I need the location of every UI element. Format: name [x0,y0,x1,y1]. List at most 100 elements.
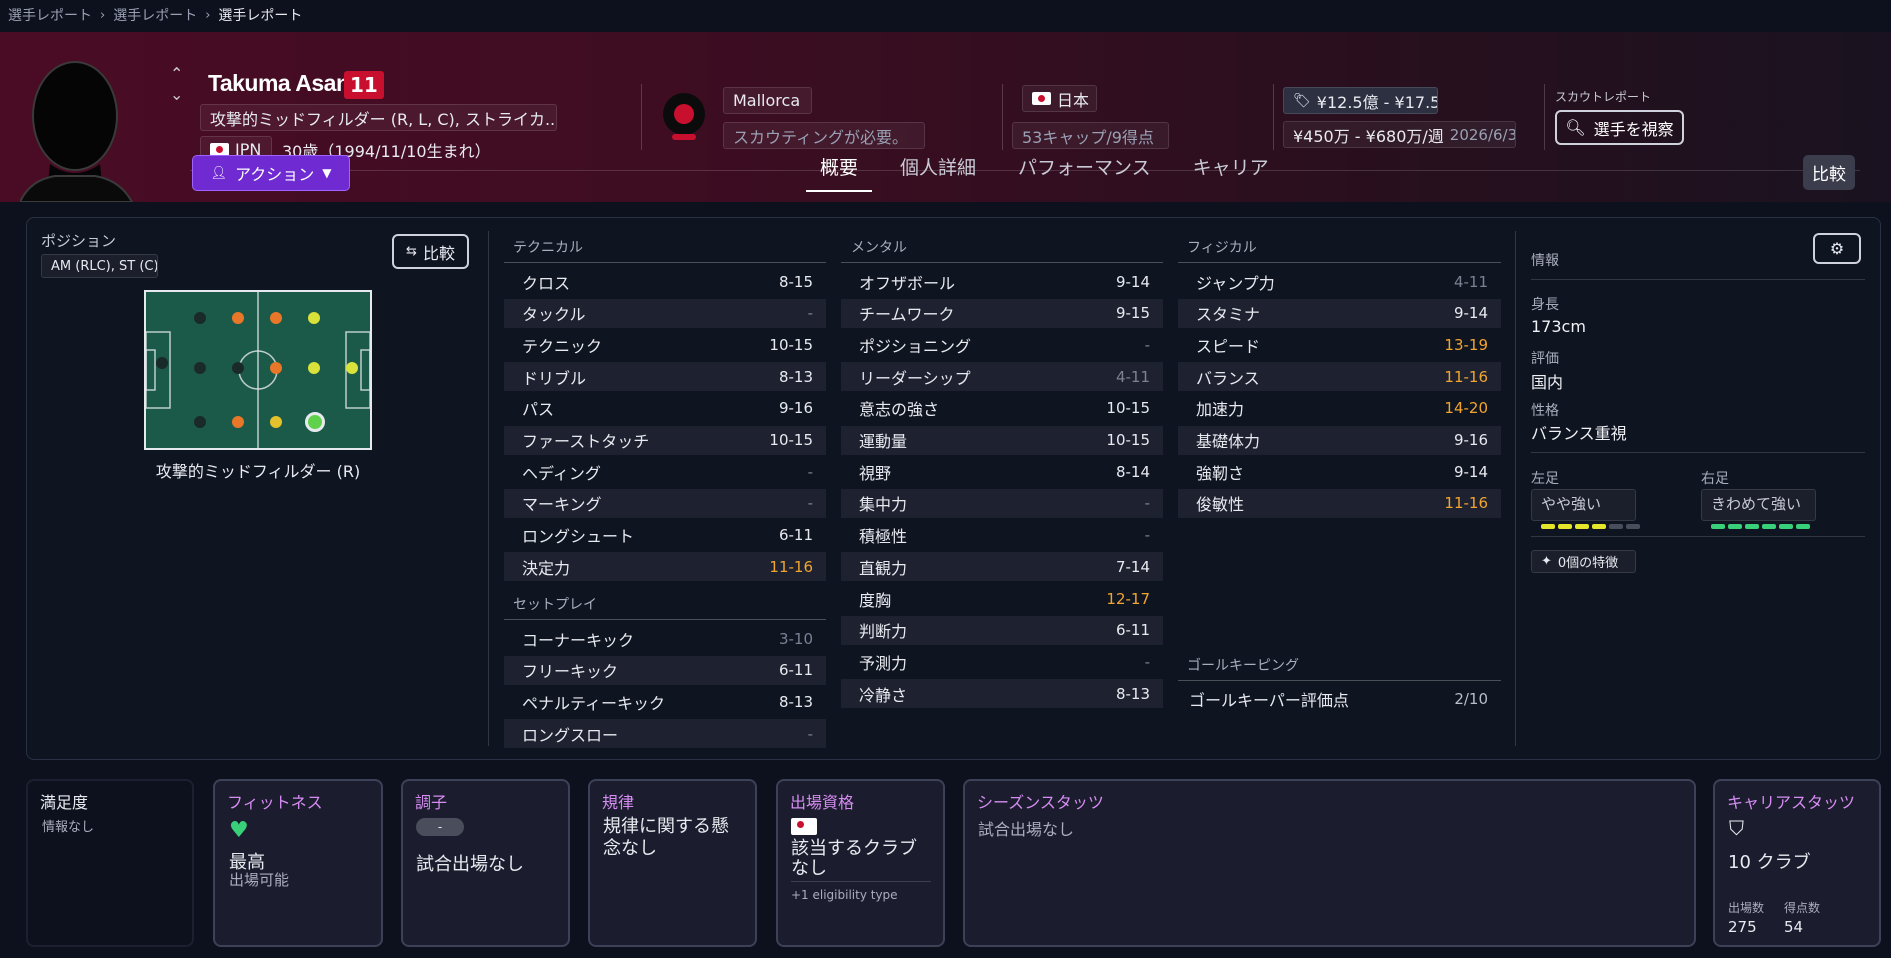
attribute-row[interactable]: 視野 8-14 [841,457,1163,486]
attribute-row[interactable]: 強靭さ 9-14 [1178,457,1501,486]
position-compare-button[interactable]: ⇆ 比較 [392,234,469,269]
attribute-row[interactable]: 冷静さ 8-13 [841,679,1163,709]
attribute-row[interactable]: ペナルティーキック 8-13 [504,687,826,716]
attribute-row[interactable]: リーダーシップ 4-11 [841,362,1163,392]
form-badge: - [416,818,464,836]
attribute-name: ロングシュート [522,527,635,547]
attribute-value: 6-11 [778,661,813,680]
nation-pill[interactable]: 日本 [1022,85,1097,112]
attribute-row[interactable]: ヘディング - [504,457,826,486]
attribute-name: 加速力 [1196,400,1245,420]
attribute-value: 8-13 [778,367,813,386]
positions-summary: AM (RLC), ST (C) [41,254,158,278]
discipline-card[interactable]: 規律 規律に関する懸念なし [588,779,757,947]
breadcrumb-item[interactable]: 選手レポート [8,5,92,25]
traits-pill[interactable]: ✦ 0個の特徴 [1531,550,1636,573]
attribute-row[interactable]: 基礎体力 9-16 [1178,425,1501,455]
attribute-row[interactable]: フリーキック 6-11 [504,655,826,685]
attribute-row[interactable]: バランス 11-16 [1178,362,1501,392]
attribute-row[interactable]: 加速力 14-20 [1178,394,1501,423]
fitness-card[interactable]: フィットネス ♥ 最高 出場可能 [213,779,383,947]
attribute-row[interactable]: ポジショニング - [841,330,1163,359]
attribute-row[interactable]: 俊敏性 11-16 [1178,488,1501,518]
divider [1515,231,1516,746]
attribute-row[interactable]: マーキング - [504,488,826,518]
attribute-row[interactable]: 予測力 - [841,647,1163,676]
attribute-row[interactable]: 決定力 11-16 [504,552,826,582]
tab-overview[interactable]: 概要 [806,153,873,192]
attribute-value: 9-14 [1115,272,1150,291]
attribute-row[interactable]: 判断力 6-11 [841,615,1163,645]
attribute-row[interactable]: 積極性 - [841,521,1163,550]
attribute-row[interactable]: チームワーク 9-15 [841,298,1163,328]
foot-strength-segment [1626,524,1640,529]
attribute-row[interactable]: オフザボール 9-14 [841,267,1163,296]
attribute-name: ファーストタッチ [522,432,650,451]
attribute-row[interactable]: スピード 13-19 [1178,330,1501,359]
position-pitch [144,290,372,450]
satisfaction-title: 満足度 [40,793,89,812]
divider [641,84,642,150]
attribute-name: バランス [1196,368,1260,388]
attribute-row[interactable]: テクニック 10-15 [504,330,826,359]
tab-performance[interactable]: パフォーマンス [1018,153,1165,192]
divider [1544,84,1545,150]
form-card[interactable]: 調子 - 試合出場なし [401,779,570,947]
attribute-row[interactable]: 集中力 - [841,488,1163,518]
attribute-row[interactable]: 度胸 12-17 [841,584,1163,613]
attribute-row[interactable]: ロングシュート 6-11 [504,521,826,550]
attribute-row[interactable]: 運動量 10-15 [841,425,1163,455]
tab-personal[interactable]: 個人詳細 [900,153,990,192]
career-stats-card[interactable]: キャリアスタッツ ⛉ 10 クラブ 出場数 275 得点数 54 [1713,779,1881,947]
attribute-row[interactable]: ジャンプ力 4-11 [1178,267,1501,296]
breadcrumb-item: 選手レポート [218,8,303,24]
compare-button[interactable]: 比較 [1803,155,1855,190]
attribute-row[interactable]: コーナーキック 3-10 [504,624,826,653]
attribute-value: 13-19 [1444,335,1488,354]
foot-strength-segment [1558,524,1572,529]
attribute-row[interactable]: 意志の強さ 10-15 [841,394,1163,423]
divider [1002,84,1003,150]
attribute-row[interactable]: タックル - [504,298,826,328]
transfer-value-pill[interactable]: 🏷 ¥12.5億 - ¥17.5億 [1283,87,1438,114]
scout-player-button[interactable]: 🔍︎ 選手を視察 [1555,110,1684,145]
chevron-down-icon[interactable]: ⌃ [170,84,183,103]
position-dot [194,312,206,324]
person-settings-icon[interactable]: ⚙︎ [1813,233,1861,264]
attribute-row[interactable]: ファーストタッチ 10-15 [504,425,826,455]
career-title: キャリアスタッツ [1727,793,1856,812]
selected-position-dot[interactable] [305,412,325,432]
attribute-row[interactable]: 直観力 7-14 [841,552,1163,582]
foot-strength-segment [1609,524,1623,529]
compare-icon: ⇆ [406,244,417,259]
club-name-pill[interactable]: Mallorca [723,87,812,114]
eligibility-sub: +1 eligibility type [791,888,898,902]
attribute-row[interactable]: スタミナ 9-14 [1178,298,1501,328]
height-label: 身長 [1531,297,1559,313]
tab-career[interactable]: キャリア [1193,153,1283,192]
selected-position-label: 攻撃的ミッドフィルダー (R) [155,462,361,481]
attribute-row[interactable]: ドリブル 8-13 [504,362,826,392]
eligibility-card[interactable]: 出場資格 該当するクラブなし +1 eligibility type [776,779,945,947]
attribute-name: ヘディング [522,463,601,483]
foot-strength-segment [1796,524,1810,529]
attribute-row[interactable]: パス 9-16 [504,394,826,423]
person-icon: 👤︎ [210,165,228,181]
contract-expiry: 2026/6/30 [1449,125,1515,144]
japan-flag-icon [791,818,817,835]
divider [841,262,1163,263]
attribute-name: 予測力 [859,653,908,673]
wage-pill: ¥450万 - ¥680万/週 2026/6/30 [1283,121,1516,148]
season-title: シーズンスタッツ [977,793,1104,812]
attribute-row[interactable]: ロングスロー - [504,719,826,749]
attribute-name: 視野 [859,463,892,483]
goalkeeping-title: ゴールキーピング [1187,658,1299,674]
attribute-row[interactable]: クロス 8-15 [504,267,826,296]
club-crest-icon[interactable] [662,92,706,140]
breadcrumb-item[interactable]: 選手レポート [113,5,197,25]
season-stats-card[interactable]: シーズンスタッツ 試合出場なし [963,779,1696,947]
position-title: ポジション [41,232,117,250]
left-foot-value: やや強い [1541,495,1602,513]
chevron-up-icon[interactable]: ⌃ [170,64,183,83]
action-button[interactable]: 👤︎ アクション ▼ [192,155,350,191]
